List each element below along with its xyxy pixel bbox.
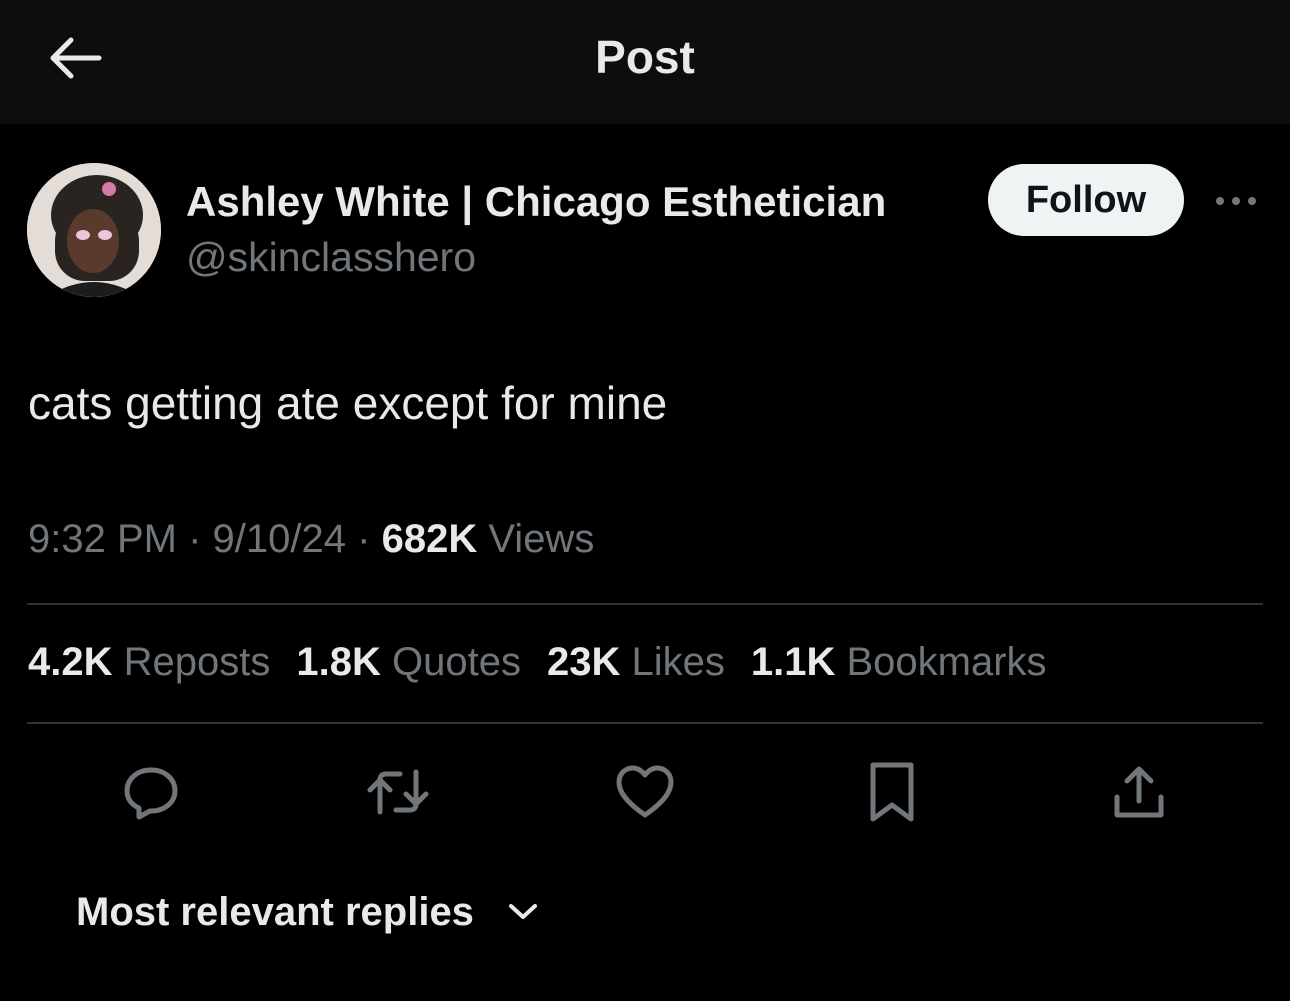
meta-separator: · <box>188 517 202 561</box>
bookmarks-stat[interactable]: 1.1K Bookmarks <box>751 640 1047 685</box>
meta-separator: · <box>357 517 371 561</box>
post-detail-screen: Post Ashley White | Chicago Esthetician … <box>0 0 1290 1001</box>
share-button[interactable] <box>1107 760 1171 824</box>
author-display-name[interactable]: Ashley White | Chicago Esthetician <box>186 178 886 226</box>
replies-sort-dropdown[interactable]: Most relevant replies <box>76 886 538 938</box>
quotes-count: 1.8K <box>296 640 381 684</box>
likes-stat[interactable]: 23K Likes <box>547 640 725 685</box>
repost-icon <box>367 769 429 815</box>
quotes-label: Quotes <box>392 640 521 684</box>
views-label: Views <box>488 517 595 561</box>
reply-button[interactable] <box>119 760 183 824</box>
post-date: 9/10/24 <box>212 517 347 561</box>
reposts-count: 4.2K <box>28 640 113 684</box>
post-time: 9:32 PM <box>28 517 177 561</box>
author-handle[interactable]: @skinclasshero <box>186 234 476 281</box>
bookmark-button[interactable] <box>860 760 924 824</box>
likes-label: Likes <box>631 640 725 684</box>
chevron-down-icon <box>508 904 537 919</box>
more-horizontal-icon <box>1216 197 1256 205</box>
bookmarks-label: Bookmarks <box>846 640 1047 684</box>
views-count: 682K <box>381 517 478 561</box>
bookmarks-count: 1.1K <box>750 640 836 684</box>
avatar-photo <box>27 163 161 297</box>
divider <box>27 722 1263 724</box>
post-meta: 9:32 PM · 9/10/24 · 682K Views <box>28 517 594 562</box>
likes-count: 23K <box>546 640 621 684</box>
page-title: Post <box>595 31 695 83</box>
post-text: cats getting ate except for mine <box>28 377 668 429</box>
avatar[interactable] <box>27 163 161 297</box>
top-bar: Post <box>0 0 1290 124</box>
bookmark-icon <box>870 762 914 822</box>
engagement-stats: 4.2K Reposts 1.8K Quotes 23K Likes 1.1K … <box>28 640 1047 685</box>
reply-icon <box>124 767 178 820</box>
share-icon <box>1114 766 1164 818</box>
follow-button[interactable]: Follow <box>988 164 1184 236</box>
repost-button[interactable] <box>366 760 430 824</box>
more-options-button[interactable] <box>1210 184 1262 218</box>
like-button[interactable] <box>613 760 677 824</box>
quotes-stat[interactable]: 1.8K Quotes <box>296 640 521 685</box>
replies-sort-label: Most relevant replies <box>76 889 474 934</box>
reposts-stat[interactable]: 4.2K Reposts <box>28 640 270 685</box>
like-icon <box>616 765 674 818</box>
divider <box>27 603 1263 605</box>
reposts-label: Reposts <box>123 640 271 684</box>
